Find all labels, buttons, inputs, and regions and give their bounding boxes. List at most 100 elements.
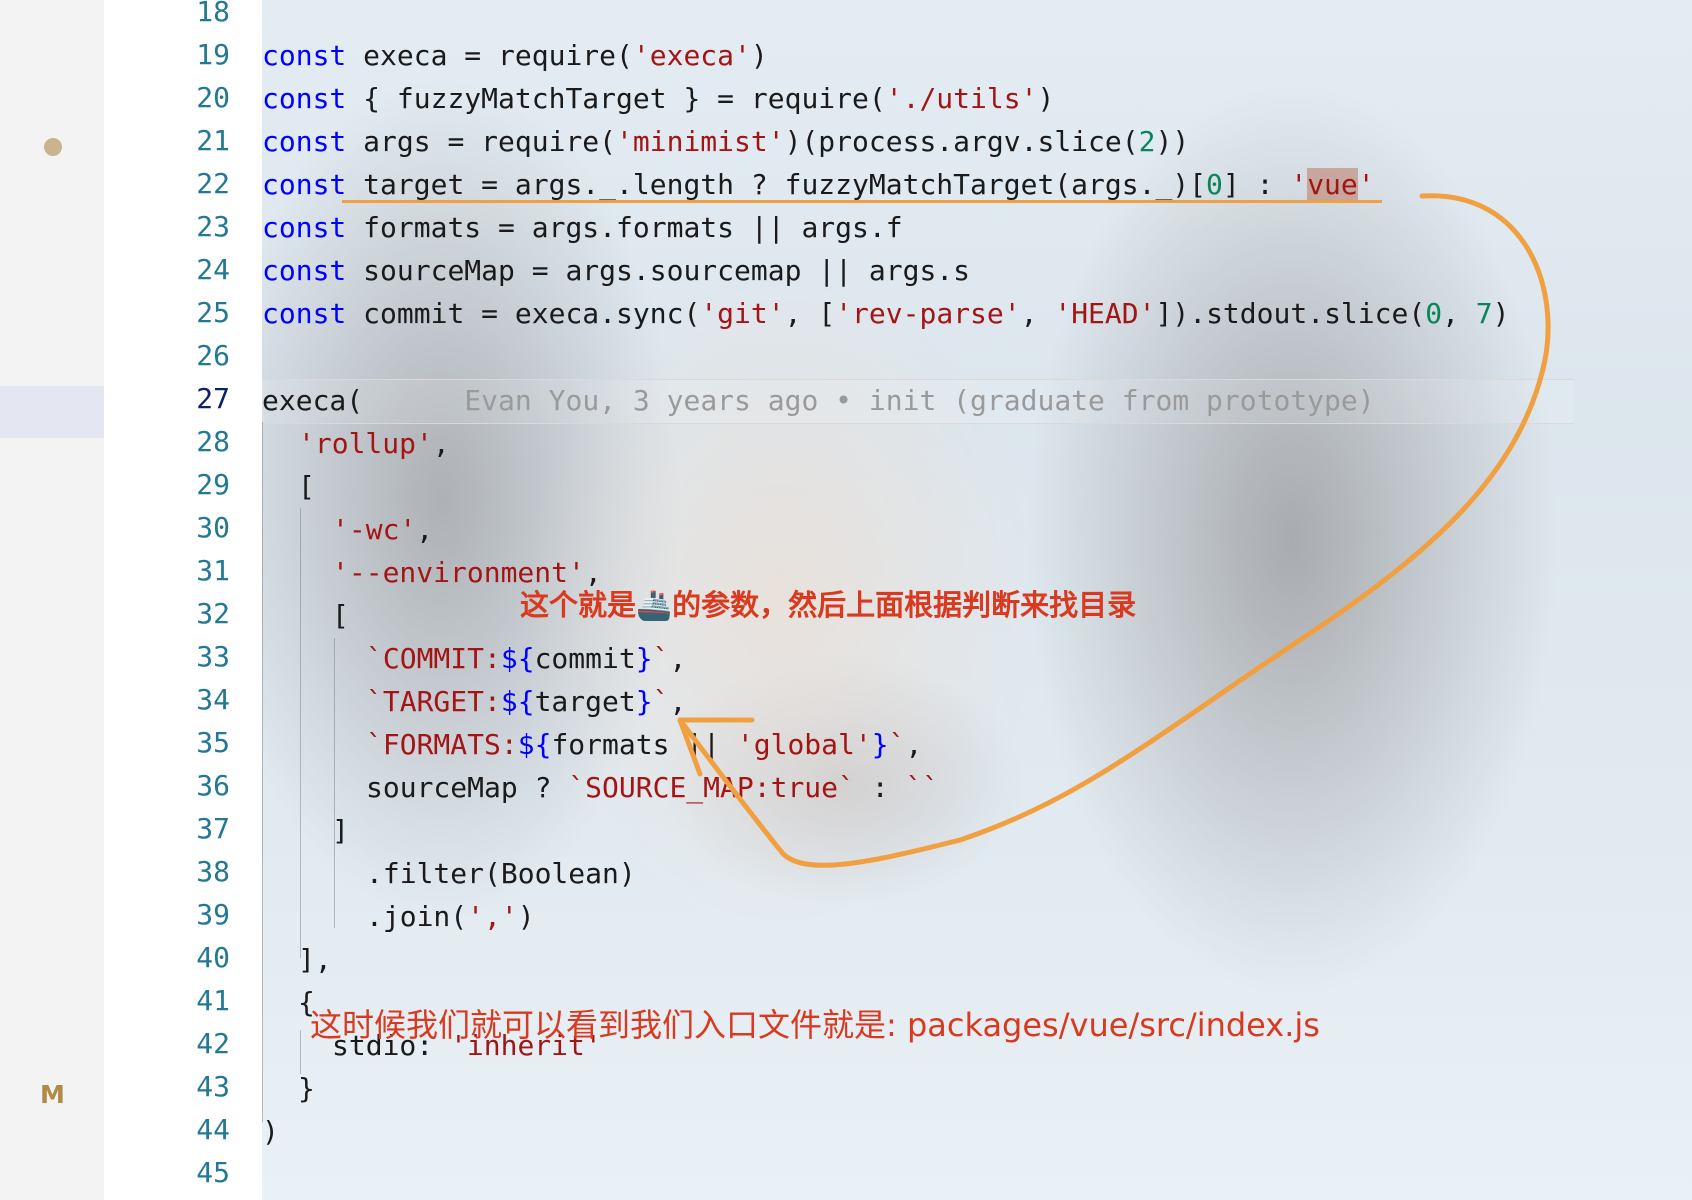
code-text: )) bbox=[1155, 125, 1190, 158]
string-literal: 'rollup' bbox=[298, 427, 433, 460]
line-number[interactable]: 30 bbox=[130, 506, 230, 549]
code-line-32: [ bbox=[332, 594, 349, 637]
code-text: ] : bbox=[1222, 168, 1291, 201]
code-line-24: const sourceMap = args.sourcemap || args… bbox=[262, 249, 970, 292]
code-text: : bbox=[854, 771, 906, 804]
line-number[interactable]: 32 bbox=[130, 592, 230, 635]
template-variable: formats || bbox=[551, 728, 737, 761]
code-text: ] bbox=[332, 814, 349, 847]
annotation-note-1: 这个就是🚢的参数，然后上面根据判断来找目录 bbox=[520, 588, 1137, 622]
code-line-35: `FORMATS:${formats || 'global'}`, bbox=[366, 723, 922, 766]
line-number[interactable]: 38 bbox=[130, 850, 230, 893]
string-literal: 'HEAD' bbox=[1054, 297, 1156, 330]
line-number[interactable]: 41 bbox=[130, 979, 230, 1022]
line-number[interactable]: 45 bbox=[130, 1151, 230, 1194]
number-literal: 7 bbox=[1475, 297, 1493, 330]
template-string: ` bbox=[652, 642, 670, 675]
keyword: const bbox=[262, 297, 347, 330]
code-text: } bbox=[298, 1072, 315, 1105]
code-text: , bbox=[432, 427, 450, 460]
line-number[interactable]: 34 bbox=[130, 678, 230, 721]
code-line-28: 'rollup', bbox=[298, 422, 450, 465]
code-line-44: ) bbox=[262, 1110, 279, 1153]
line-number[interactable]: 29 bbox=[130, 463, 230, 506]
code-line-27: execa( Evan You, 3 years ago • init (gra… bbox=[262, 379, 1375, 422]
code-line-33: `COMMIT:${commit}`, bbox=[366, 637, 686, 680]
code-text: , bbox=[669, 642, 687, 675]
line-number[interactable]: 27 bbox=[130, 377, 230, 420]
template-string: ` bbox=[652, 685, 670, 718]
code-text: [ bbox=[298, 470, 315, 503]
string-literal: '-wc' bbox=[332, 513, 417, 546]
code-text: ]).stdout.slice( bbox=[1155, 297, 1426, 330]
string-literal: 'execa' bbox=[632, 39, 751, 72]
code-line-23: const formats = args.formats || args.f bbox=[262, 206, 903, 249]
code-line-34: `TARGET:${target}`, bbox=[366, 680, 686, 723]
line-number[interactable]: 43 bbox=[130, 1065, 230, 1108]
code-line-36: sourceMap ? `SOURCE_MAP:true` : `` bbox=[366, 766, 939, 809]
template-punctuation: ${ bbox=[500, 642, 535, 675]
string-literal: 'rev-parse' bbox=[835, 297, 1021, 330]
line-number[interactable]: 33 bbox=[130, 635, 230, 678]
code-text: formats = args.formats || args.f bbox=[346, 211, 903, 244]
line-number[interactable]: 37 bbox=[130, 807, 230, 850]
line-number-gutter: 18 19 20 21 22 23 24 25 26 27 28 29 30 31 32 33 34 35 36 37… bbox=[104, 0, 262, 1200]
line-number[interactable]: 35 bbox=[130, 721, 230, 764]
line-number[interactable]: 36 bbox=[130, 764, 230, 807]
line-number[interactable]: 24 bbox=[130, 248, 230, 291]
code-text: ) bbox=[1492, 297, 1510, 330]
line-number[interactable]: 39 bbox=[130, 893, 230, 936]
template-punctuation: } bbox=[635, 685, 653, 718]
code-line-37: ] bbox=[332, 809, 349, 852]
code-line-20: const { fuzzyMatchTarget } = require('./… bbox=[262, 77, 1054, 120]
code-text: .join( bbox=[366, 900, 468, 933]
string-literal: 'git' bbox=[700, 297, 785, 330]
code-text: ) bbox=[1037, 82, 1055, 115]
keyword: const bbox=[262, 125, 347, 158]
code-text: ) bbox=[517, 900, 535, 933]
line-number[interactable]: 26 bbox=[130, 334, 230, 377]
template-punctuation: ${ bbox=[500, 685, 535, 718]
line-number[interactable]: 22 bbox=[130, 162, 230, 205]
code-text: ], bbox=[298, 943, 332, 976]
template-variable: target bbox=[534, 685, 636, 718]
template-string: `TARGET: bbox=[366, 685, 501, 718]
git-blame-annotation[interactable]: Evan You, 3 years ago • init (graduate f… bbox=[464, 384, 1374, 417]
line-number[interactable]: 19 bbox=[130, 33, 230, 76]
breakpoint-dot-icon[interactable] bbox=[44, 138, 62, 156]
string-literal: 'global' bbox=[736, 728, 872, 761]
line-number[interactable]: 25 bbox=[130, 291, 230, 334]
string-literal: 'minimist' bbox=[616, 125, 785, 158]
string-quote: ' bbox=[1290, 168, 1308, 201]
line-number[interactable]: 21 bbox=[130, 119, 230, 162]
code-text: [ bbox=[332, 599, 349, 632]
code-text: sourceMap ? bbox=[366, 771, 569, 804]
keyword: const bbox=[262, 254, 347, 287]
code-text: , bbox=[905, 728, 923, 761]
number-literal: 0 bbox=[1425, 297, 1443, 330]
code-text: .filter(Boolean) bbox=[366, 857, 636, 890]
line-number[interactable]: 23 bbox=[130, 205, 230, 248]
code-text: sourceMap = args.sourcemap || args.s bbox=[346, 254, 971, 287]
line-number[interactable]: 44 bbox=[130, 1108, 230, 1151]
code-text: , bbox=[1020, 297, 1055, 330]
line-number[interactable]: 28 bbox=[130, 420, 230, 463]
keyword: const bbox=[262, 39, 347, 72]
line-number[interactable]: 40 bbox=[130, 936, 230, 979]
annotation-underline bbox=[342, 200, 1382, 203]
code-line-30: '-wc', bbox=[332, 508, 433, 551]
line-number[interactable]: 18 bbox=[130, 0, 230, 33]
code-line-38: .filter(Boolean) bbox=[366, 852, 636, 895]
template-punctuation: ${ bbox=[517, 728, 552, 761]
line-number[interactable]: 42 bbox=[130, 1022, 230, 1065]
code-text: , bbox=[1442, 297, 1476, 330]
code-text: commit = execa.sync( bbox=[346, 297, 701, 330]
template-string: ` bbox=[888, 728, 906, 761]
code-line-40: ], bbox=[298, 938, 332, 981]
number-literal: 2 bbox=[1138, 125, 1156, 158]
line-number[interactable]: 31 bbox=[130, 549, 230, 592]
code-text: target = args._.length ? fuzzyMatchTarge… bbox=[346, 168, 1207, 201]
line-number[interactable]: 20 bbox=[130, 76, 230, 119]
code-line-25: const commit = execa.sync('git', ['rev-p… bbox=[262, 292, 1510, 335]
template-string: `FORMATS: bbox=[366, 728, 518, 761]
